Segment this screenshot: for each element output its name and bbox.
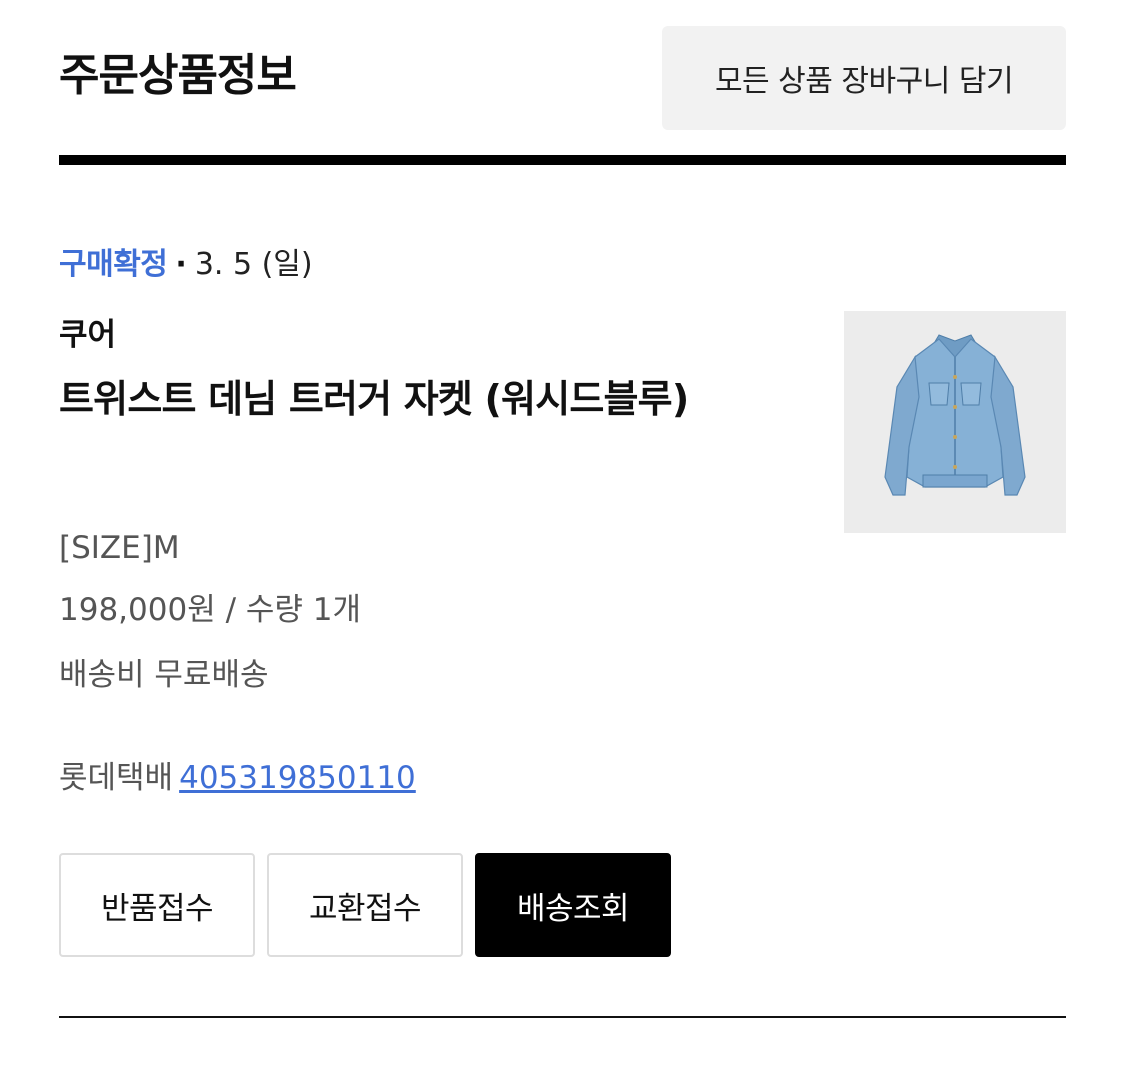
- separator-dot: ·: [175, 247, 187, 282]
- denim-jacket-image: [884, 334, 1026, 496]
- price-quantity: 198,000원 / 수량 1개: [59, 592, 362, 628]
- return-request-button[interactable]: 반품접수: [59, 853, 255, 957]
- exchange-request-button[interactable]: 교환접수: [267, 853, 463, 957]
- product-thumbnail[interactable]: [844, 311, 1066, 533]
- tracking-number-link[interactable]: 405319850110: [179, 760, 416, 796]
- section-title: 주문상품정보: [59, 50, 297, 101]
- order-status-line: 구매확정 · 3. 5 (일): [59, 244, 313, 286]
- section-divider: [59, 155, 1066, 165]
- bottom-divider: [59, 1016, 1066, 1018]
- order-status: 구매확정: [59, 247, 168, 282]
- add-all-to-cart-button[interactable]: 모든 상품 장바구니 담기: [662, 26, 1066, 130]
- courier-line: 롯데택배 405319850110: [59, 756, 416, 800]
- track-delivery-button[interactable]: 배송조회: [475, 853, 671, 957]
- shipping-fee: 배송비 무료배송: [59, 657, 269, 693]
- product-option: [SIZE]M: [59, 530, 180, 566]
- courier-name: 롯데택배: [59, 760, 174, 796]
- brand-name[interactable]: 쿠어: [59, 313, 116, 357]
- order-status-date: 3. 5 (일): [194, 247, 313, 282]
- product-name[interactable]: 트위스트 데님 트러거 자켓 (워시드블루): [59, 368, 759, 430]
